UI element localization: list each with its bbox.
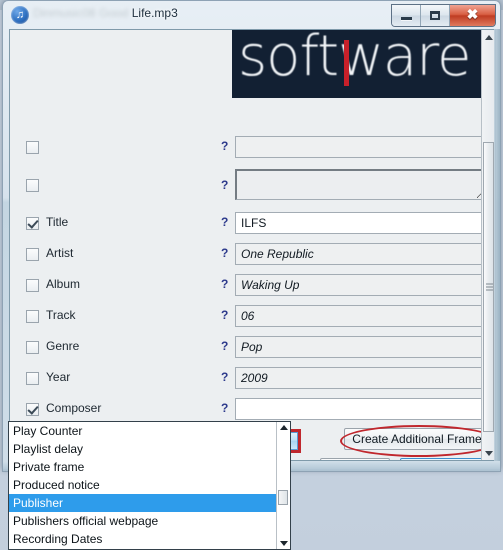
music-note-icon: ♫ [11,6,29,24]
row-input-title[interactable] [235,212,486,234]
help-icon-artist[interactable]: ? [221,246,228,260]
tag-form-panel: ? ? Title ? ILFS Artist ? One Republic A… [10,30,495,460]
chevron-up-icon [484,34,493,40]
refresh-button[interactable]: Refresh [320,458,390,460]
window-controls: ✖ [391,4,496,27]
window-right-edge [494,29,500,461]
form-row: Year ? [10,366,486,397]
row-checkbox-1[interactable] [26,179,39,192]
maximize-button[interactable] [421,5,450,26]
dropdown-option[interactable]: Publisher [9,494,290,512]
close-icon: ✖ [466,7,479,23]
row-label-title: Title [46,215,69,229]
dropdown-option[interactable]: Play Counter [9,422,290,440]
row-input-genre[interactable] [235,336,486,358]
dropdown-option[interactable]: Produced notice [9,476,290,494]
application-window: ♫ Dinmusic08 Good Life.mp3 ✖ software ? … [2,0,501,470]
maximize-icon [430,11,440,20]
dropdown-option[interactable]: Publishers official webpage [9,512,290,530]
form-row: Genre ? [10,335,486,366]
row-label-track: Track [46,308,76,322]
window-title-blurred-part: Dinmusic08 Good [33,6,129,20]
help-icon-0[interactable]: ? [221,139,228,153]
row-label-genre: Genre [46,339,80,353]
dropdown-option[interactable]: Private frame [9,458,290,476]
window-title-visible-part: Life.mp3 [128,6,178,20]
row-checkbox-track[interactable] [26,310,39,323]
chevron-down-icon [484,450,493,456]
dropdown-option[interactable]: Playlist delay [9,440,290,458]
row-input-track[interactable] [235,305,486,327]
frame-type-dropdown-list[interactable]: Play Counter Playlist delay Private frame P… [8,421,291,550]
row-checkbox-0[interactable] [26,141,39,154]
row-label-artist: Artist [46,246,74,260]
row-input-composer[interactable] [235,398,486,420]
help-icon-1[interactable]: ? [221,178,228,192]
help-icon-composer[interactable]: ? [221,401,228,415]
help-icon-album[interactable]: ? [221,277,228,291]
client-area: software ? ? Title ? ILFS Artist ? One R… [9,29,496,461]
window-title: Dinmusic08 Good Life.mp3 [33,6,178,20]
dropdown-options: Play Counter Playlist delay Private frame P… [9,422,290,549]
form-row: ? [10,169,486,204]
update-tags-button[interactable]: Update Tags [400,458,490,460]
row-checkbox-title[interactable] [26,217,39,230]
row-checkbox-year[interactable] [26,372,39,385]
form-row: Album ? [10,273,486,304]
row-label-album: Album [46,277,81,291]
row-label-year: Year [46,370,71,384]
help-icon-track[interactable]: ? [221,308,228,322]
help-icon-title[interactable]: ? [221,215,228,229]
title-bar[interactable]: ♫ Dinmusic08 Good Life.mp3 ✖ [3,1,500,29]
row-input-artist[interactable] [235,243,486,265]
minimize-icon [400,17,412,20]
dropdown-option[interactable]: Recording Dates [9,530,290,548]
scrollbar-grip-icon [486,283,493,291]
row-textarea-1[interactable] [235,169,486,200]
form-row: Title ? [10,211,486,242]
minimize-button[interactable] [392,5,421,26]
row-input-0[interactable] [235,136,486,158]
form-row: Track ? [10,304,486,335]
help-icon-genre[interactable]: ? [221,339,228,353]
row-input-album[interactable] [235,274,486,296]
screenshot-root: ♫ Dinmusic08 Good Life.mp3 ✖ software ? … [0,0,503,550]
row-checkbox-genre[interactable] [26,341,39,354]
chevron-up-icon[interactable] [280,425,288,430]
scrollbar-thumb[interactable] [483,142,494,432]
form-scrollbar[interactable] [481,30,495,460]
form-row: ? [10,135,486,166]
row-label-composer: Composer [46,401,102,415]
row-input-year[interactable] [235,367,486,389]
help-icon-year[interactable]: ? [221,370,228,384]
row-checkbox-composer[interactable] [26,403,39,416]
row-checkbox-artist[interactable] [26,248,39,261]
dropdown-scrollbar-thumb[interactable] [278,490,288,505]
close-button[interactable]: ✖ [450,5,495,26]
row-checkbox-album[interactable] [26,279,39,292]
form-row: Artist ? [10,242,486,273]
dropdown-scrollbar[interactable] [276,422,290,549]
create-additional-frame-button[interactable]: Create Additional Frame [344,428,490,450]
chevron-down-icon[interactable] [280,541,288,546]
